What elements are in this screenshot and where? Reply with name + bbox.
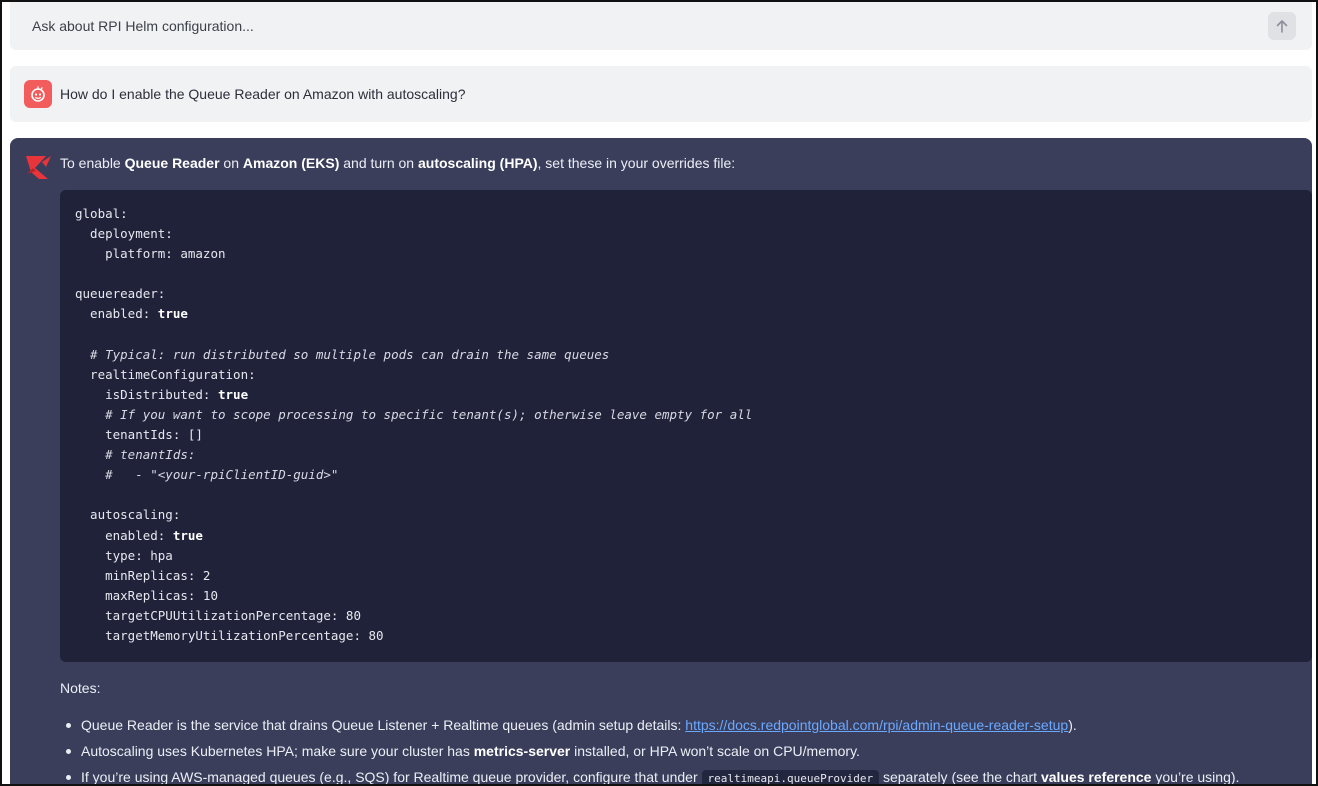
assistant-message: To enable Queue Reader on Amazon (EKS) a…: [10, 138, 1312, 785]
code-line: type: hpa: [75, 546, 1312, 566]
code-text: platform: amazon: [75, 246, 226, 262]
code-text: global:: [75, 206, 128, 221]
code-comment: # tenantIds:: [75, 447, 196, 463]
code-line: enabled: true: [75, 526, 1312, 546]
code-text: enabled:: [75, 527, 173, 543]
note-bold: metrics-server: [473, 743, 571, 759]
code-line: targetMemoryUtilizationPercentage: 80: [75, 626, 1312, 646]
code-line: # tenantIds:: [75, 445, 1312, 465]
code-line: realtimeConfiguration:: [75, 365, 1312, 385]
code-line: # If you want to scope processing to spe…: [75, 405, 1312, 425]
notes-label: Notes:: [60, 680, 101, 696]
code-line: global:: [75, 204, 1312, 224]
intro-text: , set these in your overrides file:: [537, 155, 736, 171]
intro-text: To enable: [60, 155, 125, 171]
code-comment: # Typical: run distributed so multiple p…: [75, 346, 610, 362]
code-line: autoscaling:: [75, 505, 1312, 525]
docs-link[interactable]: https://docs.redpointglobal.com/rpi/admi…: [685, 717, 1068, 733]
code-text: enabled:: [75, 306, 158, 322]
note-bold: values reference: [1040, 769, 1152, 785]
assistant-intro: To enable Queue Reader on Amazon (EKS) a…: [60, 155, 735, 171]
notes-list: Queue Reader is the service that drains …: [60, 712, 1300, 785]
intro-bold: autoscaling (HPA): [417, 155, 538, 171]
list-item: If you’re using AWS-managed queues (e.g.…: [60, 764, 1300, 785]
code-line: deployment:: [75, 224, 1312, 244]
code-text: isDistributed:: [75, 386, 218, 402]
note-text: If you’re using AWS-managed queues (e.g.…: [81, 769, 702, 785]
code-line: # Typical: run distributed so multiple p…: [75, 345, 1312, 365]
code-comment: # - "<your-rpiClientID-guid>": [75, 467, 339, 483]
code-line: isDistributed: true: [75, 385, 1312, 405]
note-text: Queue Reader is the service that drains …: [81, 717, 686, 733]
inline-code: realtimeapi.queueProvider: [701, 770, 880, 784]
code-line: platform: amazon: [75, 244, 1312, 264]
user-avatar-icon: [24, 80, 52, 108]
code-block[interactable]: global: deployment: platform: amazon queu…: [60, 190, 1312, 662]
code-text: maxReplicas: 10: [75, 587, 218, 603]
code-keyword: true: [218, 386, 249, 402]
code-line: tenantIds: []: [75, 425, 1312, 445]
code-line: maxReplicas: 10: [75, 586, 1312, 606]
intro-text: on: [219, 155, 243, 171]
intro-bold: Amazon (EKS): [242, 155, 340, 171]
code-text: tenantIds: []: [75, 427, 203, 443]
code-line: targetCPUUtilizationPercentage: 80: [75, 606, 1312, 626]
list-item: Autoscaling uses Kubernetes HPA; make su…: [60, 738, 1300, 764]
code-text: queuereader:: [75, 286, 166, 302]
code-keyword: true: [172, 527, 203, 543]
code-line: # - "<your-rpiClientID-guid>": [75, 465, 1312, 485]
code-comment: # If you want to scope processing to spe…: [75, 406, 753, 422]
code-line: queuereader:: [75, 284, 1312, 304]
user-message: How do I enable the Queue Reader on Amaz…: [10, 66, 1312, 122]
code-text: targetMemoryUtilizationPercentage: 80: [75, 627, 384, 643]
intro-text: and turn on: [339, 155, 418, 171]
code-text: autoscaling:: [75, 507, 181, 523]
user-message-text: How do I enable the Queue Reader on Amaz…: [60, 86, 466, 102]
code-text: deployment:: [75, 226, 173, 242]
send-button[interactable]: [1268, 12, 1296, 40]
ask-input-placeholder[interactable]: Ask about RPI Helm configuration...: [32, 18, 254, 34]
arrow-up-icon: [1276, 20, 1288, 33]
chat-window: Ask about RPI Helm configuration... How …: [0, 0, 1318, 786]
code-text: type: hpa: [75, 547, 173, 563]
note-text: you’re using).: [1151, 769, 1240, 785]
code-text: realtimeConfiguration:: [75, 366, 256, 382]
ask-input[interactable]: Ask about RPI Helm configuration...: [10, 2, 1312, 50]
redpoint-logo-icon: [26, 156, 51, 179]
note-text: installed, or HPA won’t scale on CPU/mem…: [570, 743, 860, 759]
code-line: enabled: true: [75, 304, 1312, 324]
code-text: minReplicas: 2: [75, 567, 211, 583]
code-text: targetCPUUtilizationPercentage: 80: [75, 607, 361, 623]
list-item: Queue Reader is the service that drains …: [60, 712, 1300, 738]
code-keyword: true: [157, 306, 188, 322]
note-text: separately (see the chart: [879, 769, 1041, 785]
note-text: ).: [1068, 717, 1077, 733]
note-text: Autoscaling uses Kubernetes HPA; make su…: [81, 743, 474, 759]
intro-bold: Queue Reader: [124, 155, 220, 171]
code-line: minReplicas: 2: [75, 566, 1312, 586]
